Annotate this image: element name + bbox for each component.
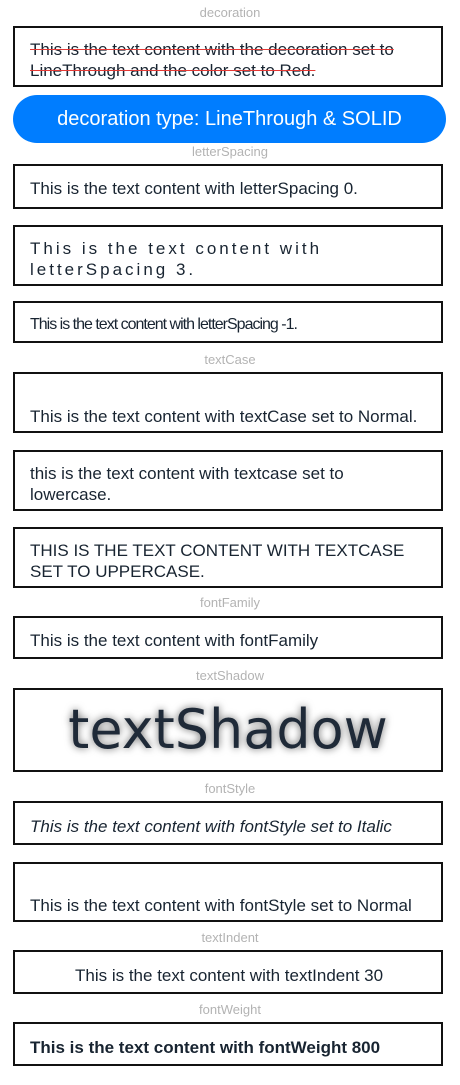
letterspacing-0-box: This is the text content with letterSpac… [13, 164, 443, 209]
textcase-normal-box: This is the text content with textCase s… [13, 372, 443, 433]
textcase-lower-text: this is the text content with textcase s… [30, 464, 344, 504]
letterspacing-neg1-text: This is the text content with letterSpac… [30, 316, 298, 333]
section-label-decoration: decoration [199, 5, 261, 20]
textindent-box: This is the text content with textIndent… [13, 950, 443, 994]
fontstyle-italic-box: This is the text content with fontStyle … [13, 801, 443, 845]
textcase-lower-box: this is the text content with textcase s… [13, 450, 443, 511]
textcase-upper-text: THIS IS THE TEXT CONTENT WITH TEXTCASE S… [30, 541, 405, 581]
fontweight-box: This is the text content with fontWeight… [13, 1022, 443, 1066]
fontstyle-italic-text: This is the text content with fontStyle … [30, 817, 392, 836]
section-label-textshadow: textShadow [196, 668, 264, 683]
textcase-normal-text: This is the text content with textCase s… [30, 407, 418, 426]
section-label-fontweight: fontWeight [199, 1002, 261, 1017]
decoration-text-box: This is the text content with the decora… [13, 26, 443, 87]
fontfamily-box: This is the text content with fontFamily [13, 616, 443, 659]
fontfamily-text: This is the text content with fontFamily [30, 631, 319, 650]
letterspacing-3-box: This is the text content with letterSpac… [13, 225, 443, 286]
textcase-upper-box: THIS IS THE TEXT CONTENT WITH TEXTCASE S… [13, 527, 443, 588]
textshadow-text: textShadow [68, 698, 388, 761]
fontstyle-normal-box: This is the text content with fontStyle … [13, 862, 443, 922]
fontweight-text: This is the text content with fontWeight… [30, 1038, 381, 1057]
decoration-text: This is the text content with the decora… [30, 40, 394, 80]
fontstyle-normal-text: This is the text content with fontStyle … [30, 896, 412, 915]
letterspacing-neg1-box: This is the text content with letterSpac… [13, 301, 443, 343]
textshadow-box: textShadow [13, 688, 443, 772]
section-label-textcase: textCase [204, 352, 256, 367]
section-label-textindent: textIndent [201, 930, 259, 945]
letterspacing-3-text: This is the text content with letterSpac… [30, 239, 323, 279]
section-label-fontfamily: fontFamily [200, 595, 260, 610]
textindent-text: This is the text content with textIndent… [75, 966, 384, 985]
section-label-letterspacing: letterSpacing [192, 144, 268, 159]
letterspacing-0-text: This is the text content with letterSpac… [30, 179, 358, 198]
section-label-fontstyle: fontStyle [204, 781, 256, 796]
decoration-type-button[interactable]: decoration type: LineThrough & SOLID [13, 95, 446, 143]
